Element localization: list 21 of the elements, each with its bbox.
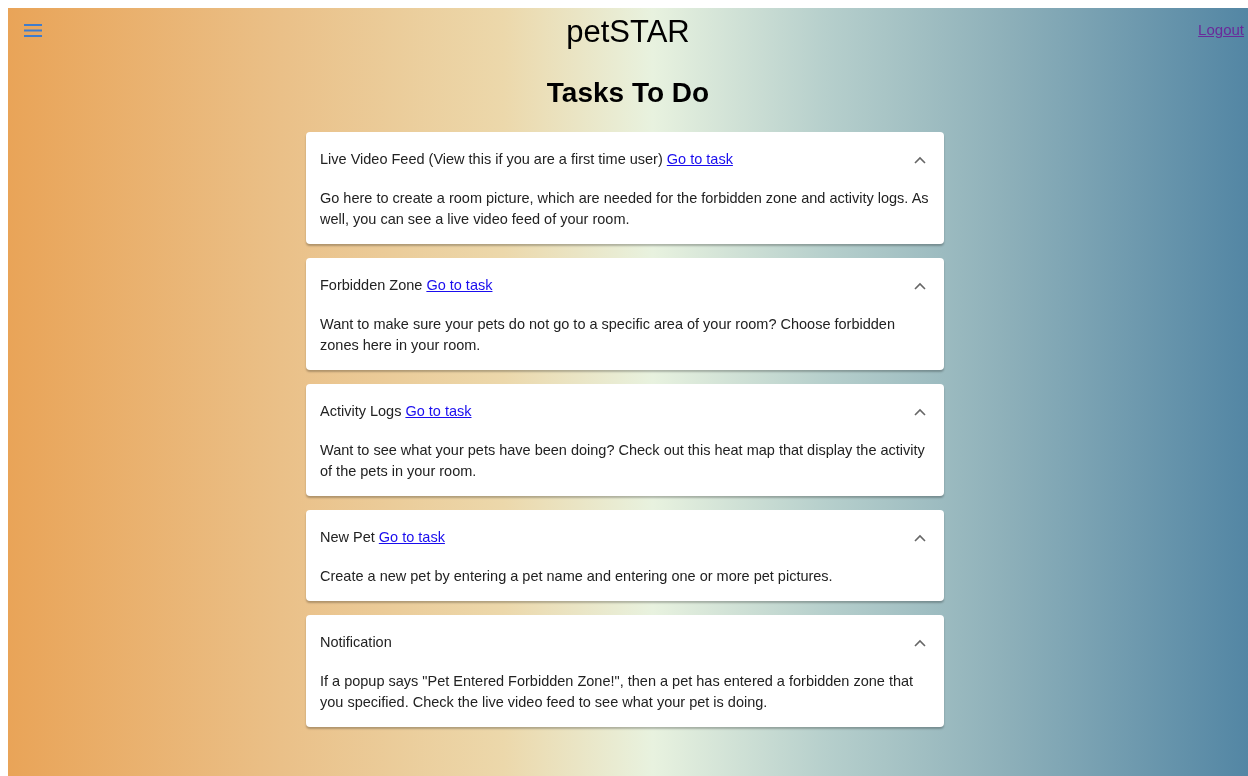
app-title: petSTAR <box>566 13 690 51</box>
task-title: Notification <box>320 633 392 653</box>
page-heading: Tasks To Do <box>545 76 711 110</box>
task-title: Forbidden Zone <box>320 276 423 296</box>
go-to-task-link[interactable]: Go to task <box>405 401 472 423</box>
task-title: Live Video Feed (View this if you are a first time user) <box>320 150 663 170</box>
go-to-task-link[interactable]: Go to task <box>666 149 733 171</box>
task-description: Want to make sure your pets do not go to a specific area of your room? Choose forbidden zones here in your room. <box>319 315 896 355</box>
chevron-up-icon[interactable] <box>914 156 926 164</box>
task-description: Want to see what your pets have been doing? Check out this heat map that display the activity of the pets in your room. <box>319 441 926 481</box>
task-description: Go here to create a room picture, which are needed for the forbidden zone and activity logs. As well, you can see a live video feed of your room. <box>319 189 930 229</box>
task-description: If a popup says "Pet Entered Forbidden Zone!", then a pet has entered a forbidden zone that you specified. Check the live video feed to see what your pet is doing. <box>319 672 915 712</box>
task-title: Activity Logs <box>320 402 402 422</box>
task-description: Create a new pet by entering a pet name and entering one or more pet pictures. <box>319 567 834 586</box>
task-title: New Pet <box>320 528 375 548</box>
go-to-task-link[interactable]: Go to task <box>378 527 445 549</box>
chevron-up-icon[interactable] <box>914 534 926 542</box>
go-to-task-link[interactable]: Go to task <box>426 275 493 297</box>
chevron-up-icon[interactable] <box>914 282 926 290</box>
chevron-up-icon[interactable] <box>914 639 926 647</box>
chevron-up-icon[interactable] <box>914 408 926 416</box>
